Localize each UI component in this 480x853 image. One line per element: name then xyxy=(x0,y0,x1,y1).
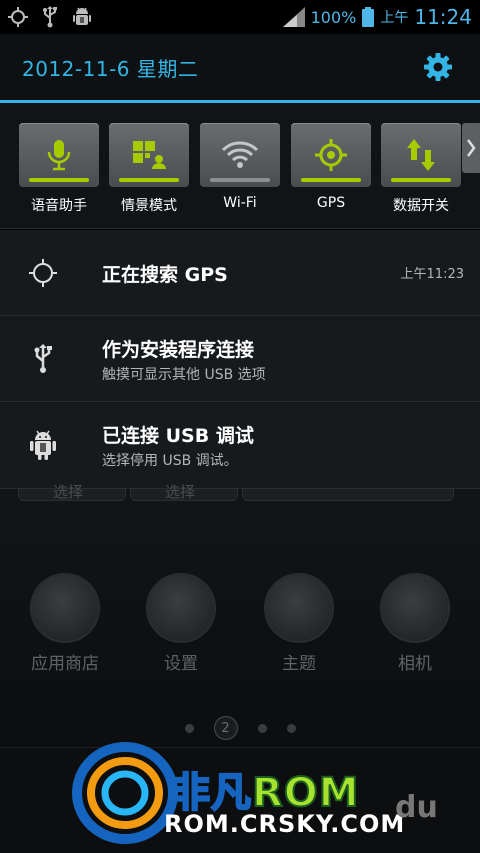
watermark-du: du xyxy=(395,790,438,825)
toggle-label: 数据开关 xyxy=(393,198,449,214)
microphone-icon xyxy=(46,138,72,172)
toggle-scene-mode[interactable]: 情景模式 xyxy=(109,123,189,223)
page-dot xyxy=(184,723,194,733)
gps-icon xyxy=(314,138,348,172)
toggle-label: 语音助手 xyxy=(31,198,87,214)
camera-app-icon xyxy=(380,573,450,643)
signal-icon xyxy=(282,7,305,27)
notification-time: 上午11:23 xyxy=(400,267,464,282)
watermark-url: ROM.CRSKY.COM xyxy=(164,810,406,838)
app-store-icon xyxy=(30,573,100,643)
status-ampm: 上午 xyxy=(380,10,409,26)
notification-header: 2012-11-6 星期二 xyxy=(0,34,480,100)
camera-shortcut: 相机 xyxy=(372,573,458,674)
notification-subtitle: 选择停用 USB 调试。 xyxy=(102,453,238,469)
notification-title: 已连接 USB 调试 xyxy=(102,425,254,447)
watermark-logo: 非凡ROM ROM.CRSKY.COM xyxy=(70,738,430,848)
page-dot xyxy=(257,723,267,733)
settings-app-icon xyxy=(146,573,216,643)
toggle-wifi[interactable]: Wi-Fi xyxy=(200,123,280,223)
app-store-shortcut: 应用商店 xyxy=(22,573,108,674)
settings-button[interactable] xyxy=(418,47,458,87)
toggle-mobile-data[interactable]: 数据开关 xyxy=(381,123,461,223)
toggle-label: 情景模式 xyxy=(121,198,177,214)
toggle-label: Wi-Fi xyxy=(223,195,257,211)
page-dot-active: 2 xyxy=(213,716,238,740)
data-toggle-icon xyxy=(406,138,436,172)
widget-button: 选择 xyxy=(18,483,126,501)
notification-subtitle: 触摸可显示其他 USB 选项 xyxy=(102,367,266,383)
toggle-state-bar xyxy=(210,178,270,182)
page-indicator: 2 xyxy=(0,716,480,740)
theme-app-icon xyxy=(264,573,334,643)
quick-toggle-panel: 语音助手 情景模式 Wi-Fi GPS 数据开关 xyxy=(0,103,480,229)
usb-icon xyxy=(26,342,60,376)
theme-shortcut: 主题 xyxy=(256,573,342,674)
chevron-right-icon xyxy=(466,138,476,158)
battery-full-icon xyxy=(362,7,375,27)
toggle-voice-assistant[interactable]: 语音助手 xyxy=(19,123,99,223)
toggle-state-bar xyxy=(29,178,89,182)
gps-searching-icon xyxy=(26,256,60,290)
battery-percent: 100% xyxy=(310,7,357,27)
app-label: 相机 xyxy=(398,654,432,674)
status-bar: 100% 上午 11:24 xyxy=(0,0,480,34)
android-debug-icon xyxy=(26,428,60,462)
toggle-state-bar xyxy=(391,178,451,182)
widget-button-label: 选择 xyxy=(165,483,196,501)
android-debug-icon xyxy=(72,6,92,28)
toggle-button[interactable] xyxy=(200,123,280,187)
toggle-button[interactable] xyxy=(291,123,371,187)
toggle-gps[interactable]: GPS xyxy=(291,123,371,223)
toggle-label: GPS xyxy=(316,195,346,211)
settings-shortcut: 设置 xyxy=(138,573,224,674)
notification-title: 作为安装程序连接 xyxy=(102,339,255,361)
widget-panel xyxy=(242,489,454,501)
app-label: 主题 xyxy=(282,654,316,674)
notification-title: 正在搜索 GPS xyxy=(102,264,228,286)
toggle-state-bar xyxy=(301,178,361,182)
status-time: 11:24 xyxy=(414,5,472,29)
notification-usb-debug[interactable]: 已连接 USB 调试 选择停用 USB 调试。 xyxy=(0,402,480,489)
toggle-button[interactable] xyxy=(19,123,99,187)
notification-gps[interactable]: 正在搜索 GPS 上午11:23 xyxy=(0,230,480,316)
toggle-state-bar xyxy=(119,178,179,182)
toggle-button[interactable] xyxy=(381,123,461,187)
widget-button-label: 选择 xyxy=(53,483,84,501)
notification-usb-install[interactable]: 作为安装程序连接 触摸可显示其他 USB 选项 xyxy=(0,316,480,402)
widget-button: 选择 xyxy=(130,483,238,501)
gps-searching-icon xyxy=(8,7,28,27)
app-label: 设置 xyxy=(164,654,198,674)
toggle-button[interactable] xyxy=(109,123,189,187)
gear-icon xyxy=(423,52,453,82)
app-label: 应用商店 xyxy=(31,654,99,674)
toggles-scroll-arrow[interactable] xyxy=(462,123,480,173)
page-dot xyxy=(286,723,296,733)
wifi-icon xyxy=(221,140,259,170)
scene-mode-icon xyxy=(132,140,166,170)
date-label: 2012-11-6 星期二 xyxy=(22,56,199,81)
usb-icon xyxy=(42,6,58,28)
